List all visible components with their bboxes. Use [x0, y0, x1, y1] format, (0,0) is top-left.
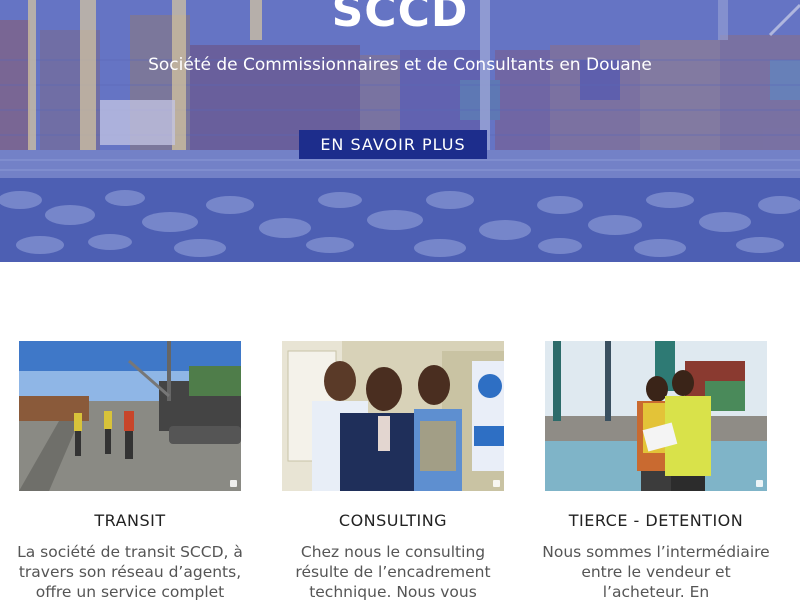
service-card-tierce-detention: TIERCE - DETENTION Nous sommes l’intermé…	[542, 341, 770, 602]
service-title[interactable]: TRANSIT	[19, 511, 241, 530]
service-description: Chez nous le consulting résulte de l’enc…	[295, 543, 491, 601]
tierce-detention-photo[interactable]	[545, 341, 767, 491]
badge-icon	[230, 480, 237, 487]
learn-more-button[interactable]: EN SAVOIR PLUS	[299, 130, 487, 159]
badge-icon	[756, 480, 763, 487]
service-title[interactable]: CONSULTING	[282, 511, 504, 530]
hero-subtitle: Société de Commissionnaires et de Consul…	[148, 55, 652, 75]
transit-photo[interactable]	[19, 341, 241, 491]
badge-icon	[493, 480, 500, 487]
service-description: Nous sommes l’intermédiaire entre le ven…	[542, 543, 770, 601]
consulting-photo[interactable]	[282, 341, 504, 491]
service-title[interactable]: TIERCE - DETENTION	[545, 511, 767, 530]
hero-banner: SCCD Société de Commissionnaires et de C…	[0, 0, 800, 262]
service-card-consulting: CONSULTING Chez nous le consulting résul…	[282, 341, 504, 602]
hero-title: SCCD	[331, 0, 469, 37]
service-description: La société de transit SCCD, à travers so…	[17, 543, 243, 601]
service-card-transit: TRANSIT La société de transit SCCD, à tr…	[17, 341, 243, 602]
